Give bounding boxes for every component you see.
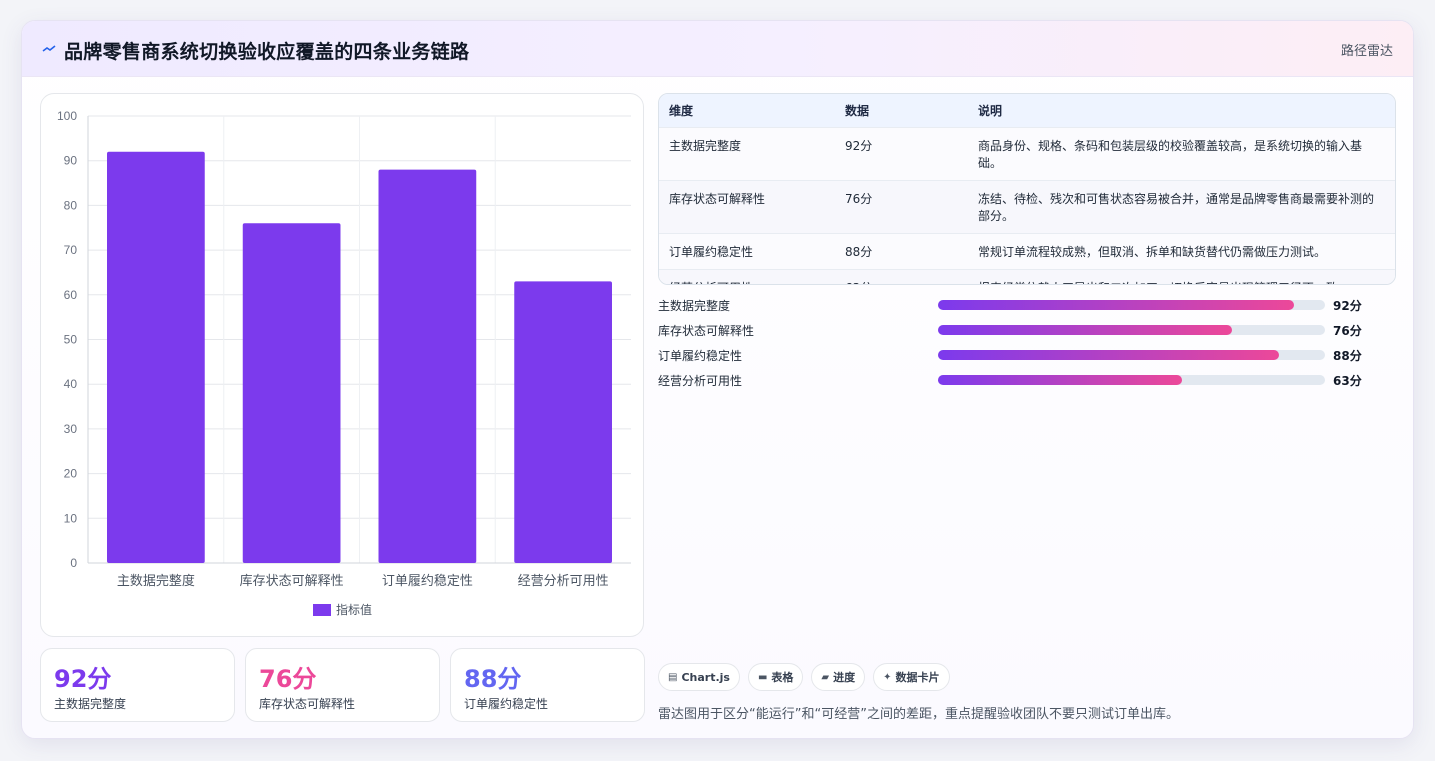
table-header-cell: 数据 xyxy=(845,103,870,118)
y-tick-label: 40 xyxy=(64,377,78,391)
progress-fill xyxy=(938,350,1279,360)
chart-bar[interactable] xyxy=(514,281,612,563)
y-tick-label: 0 xyxy=(70,556,77,570)
x-tick-label: 订单履约稳定性 xyxy=(382,573,473,589)
bar-chart-svg: 0 10 20 30 40 50 60 70 80 90 100 主数据完整度 库存状态可解释性 订单履约… xyxy=(57,109,631,589)
y-tick-label: 100 xyxy=(57,109,77,123)
table-row: 主数据完整度 92分 商品身份、规格、条码和包装层级的校验覆盖较高，是系统切换的… xyxy=(659,126,1395,180)
y-tick-label: 10 xyxy=(64,511,78,525)
chip-data-card[interactable]: ✦ 数据卡片 xyxy=(873,663,950,691)
y-tick-label: 70 xyxy=(64,243,78,257)
table-cell: 主数据完整度 xyxy=(659,126,835,180)
progress-value: 63分 xyxy=(1333,374,1362,388)
chip-label: 进度 xyxy=(833,671,856,684)
chip-label: Chart.js xyxy=(681,670,730,684)
chart-icon: ▤ xyxy=(668,671,678,683)
data-table: 维度 数据 说明 主数据完整度 92分 商品身份、规格、条码和包装层级的校验覆盖… xyxy=(658,93,1396,285)
table-cell: 76分 xyxy=(835,179,968,233)
chip-label: 数据卡片 xyxy=(895,671,940,684)
stat-label: 主数据完整度 xyxy=(54,697,127,711)
y-tick-label: 30 xyxy=(64,422,78,436)
line-chart-icon xyxy=(42,45,56,52)
table-row: 库存状态可解释性 76分 冻结、待检、残次和可售状态容易被合并，通常是品牌零售商… xyxy=(659,179,1395,233)
progress-fill xyxy=(938,375,1182,385)
progress-value: 92分 xyxy=(1333,299,1362,313)
page-title: 品牌零售商系统切换验收应覆盖的四条业务链路 xyxy=(64,41,470,63)
progress-track xyxy=(938,350,1325,360)
chip-chartjs[interactable]: ▤ Chart.js xyxy=(658,663,740,691)
sparkle-icon: ✦ xyxy=(883,671,892,683)
table-cell: 订单履约稳定性 xyxy=(659,232,835,269)
chart-bar[interactable] xyxy=(378,169,477,563)
stat-value: 88分 xyxy=(464,665,522,693)
x-tick-label: 主数据完整度 xyxy=(117,573,195,589)
table-cell: 冻结、待检、残次和可售状态容易被合并，通常是品牌零售商最需要补测的部分。 xyxy=(968,179,1395,233)
bar-chart: 0 10 20 30 40 50 60 70 80 90 100 主数据完整度 库存状态可解释性 订单履约… xyxy=(40,93,644,637)
table-icon: ▬ xyxy=(757,671,768,683)
chip-progress[interactable]: ▰ 进度 xyxy=(811,663,866,691)
legend-label: 指标值 xyxy=(336,603,373,617)
table-header-row: 维度 数据 说明 xyxy=(659,94,1395,127)
table-row: 订单履约稳定性 88分 常规订单流程较成熟，但取消、拆单和缺货替代仍需做压力测试… xyxy=(659,232,1395,269)
progress-track xyxy=(938,325,1325,335)
legend-swatch xyxy=(313,603,331,616)
chip-table[interactable]: ▬ 表格 xyxy=(747,663,804,691)
progress-track xyxy=(938,300,1325,310)
stat-card: 92分 主数据完整度 xyxy=(40,648,235,722)
progress-value: 76分 xyxy=(1333,324,1362,338)
table-cell: 经营分析可用性 xyxy=(659,268,835,284)
progress-track xyxy=(938,375,1325,385)
stat-card: 76分 库存状态可解释性 xyxy=(245,648,440,722)
stat-value: 76分 xyxy=(259,665,317,693)
progress-row: 主数据完整度 92分 xyxy=(658,295,1368,320)
stat-label: 库存状态可解释性 xyxy=(259,697,356,711)
stat-card: 88分 订单履约稳定性 xyxy=(450,648,645,722)
progress-list: 主数据完整度 92分 库存状态可解释性 76分 订单履约稳定性 88分 经营分析… xyxy=(658,295,1368,395)
table-cell: 库存状态可解释性 xyxy=(659,179,835,233)
main-card: 品牌零售商系统切换验收应覆盖的四条业务链路 路径雷达 0 10 20 30 40 50 60… xyxy=(21,20,1414,739)
tag-chips: ▤ Chart.js ▬ 表格 ▰ 进度 ✦ 数据卡片 xyxy=(658,663,958,691)
x-tick-label: 经营分析可用性 xyxy=(518,574,609,589)
table-cell: 63分 xyxy=(835,268,968,284)
stat-value: 92分 xyxy=(54,665,112,693)
progress-fill xyxy=(938,300,1295,310)
y-tick-label: 50 xyxy=(64,333,78,347)
y-tick-label: 20 xyxy=(64,467,78,481)
x-tick-label: 库存状态可解释性 xyxy=(240,573,344,589)
chart-bar[interactable] xyxy=(107,151,205,563)
progress-value: 88分 xyxy=(1333,349,1362,363)
progress-label: 经营分析可用性 xyxy=(658,374,743,388)
chip-label: 表格 xyxy=(771,671,794,684)
table-cell: 92分 xyxy=(835,126,968,180)
progress-label: 主数据完整度 xyxy=(658,299,731,313)
table-header-cell: 说明 xyxy=(978,103,1003,118)
page-subtitle: 路径雷达 xyxy=(1340,44,1393,59)
y-tick-label: 90 xyxy=(64,154,78,168)
progress-label: 订单履约稳定性 xyxy=(658,349,743,363)
y-tick-label: 80 xyxy=(64,198,78,212)
table-cell: 商品身份、规格、条码和包装层级的校验覆盖较高，是系统切换的输入基础。 xyxy=(968,126,1395,180)
progress-icon: ▰ xyxy=(821,671,830,683)
stat-label: 订单履约稳定性 xyxy=(464,697,549,711)
table-cell: 报表经常依赖人工导出和二次加工，切换后容易出现管理口径不一致。 xyxy=(968,268,1395,284)
table-cell: 88分 xyxy=(835,232,968,269)
table-row: 经营分析可用性 63分 报表经常依赖人工导出和二次加工，切换后容易出现管理口径不… xyxy=(659,268,1395,284)
table-cell: 常规订单流程较成熟，但取消、拆单和缺货替代仍需做压力测试。 xyxy=(968,232,1395,269)
table-header-cell: 维度 xyxy=(669,103,694,118)
progress-label: 库存状态可解释性 xyxy=(658,324,755,338)
progress-fill xyxy=(938,325,1233,335)
chart-legend[interactable]: 指标值 xyxy=(313,601,372,618)
chart-bar[interactable] xyxy=(242,223,341,563)
progress-row: 经营分析可用性 63分 xyxy=(658,370,1368,395)
footnote: 雷达图用于区分“能运行”和“可经营”之间的差距，重点提醒验收团队不要只测试订单出… xyxy=(658,707,1179,722)
card-header: 品牌零售商系统切换验收应覆盖的四条业务链路 路径雷达 xyxy=(22,21,1413,77)
progress-row: 订单履约稳定性 88分 xyxy=(658,345,1368,370)
progress-row: 库存状态可解释性 76分 xyxy=(658,320,1368,345)
y-tick-label: 60 xyxy=(64,288,78,302)
